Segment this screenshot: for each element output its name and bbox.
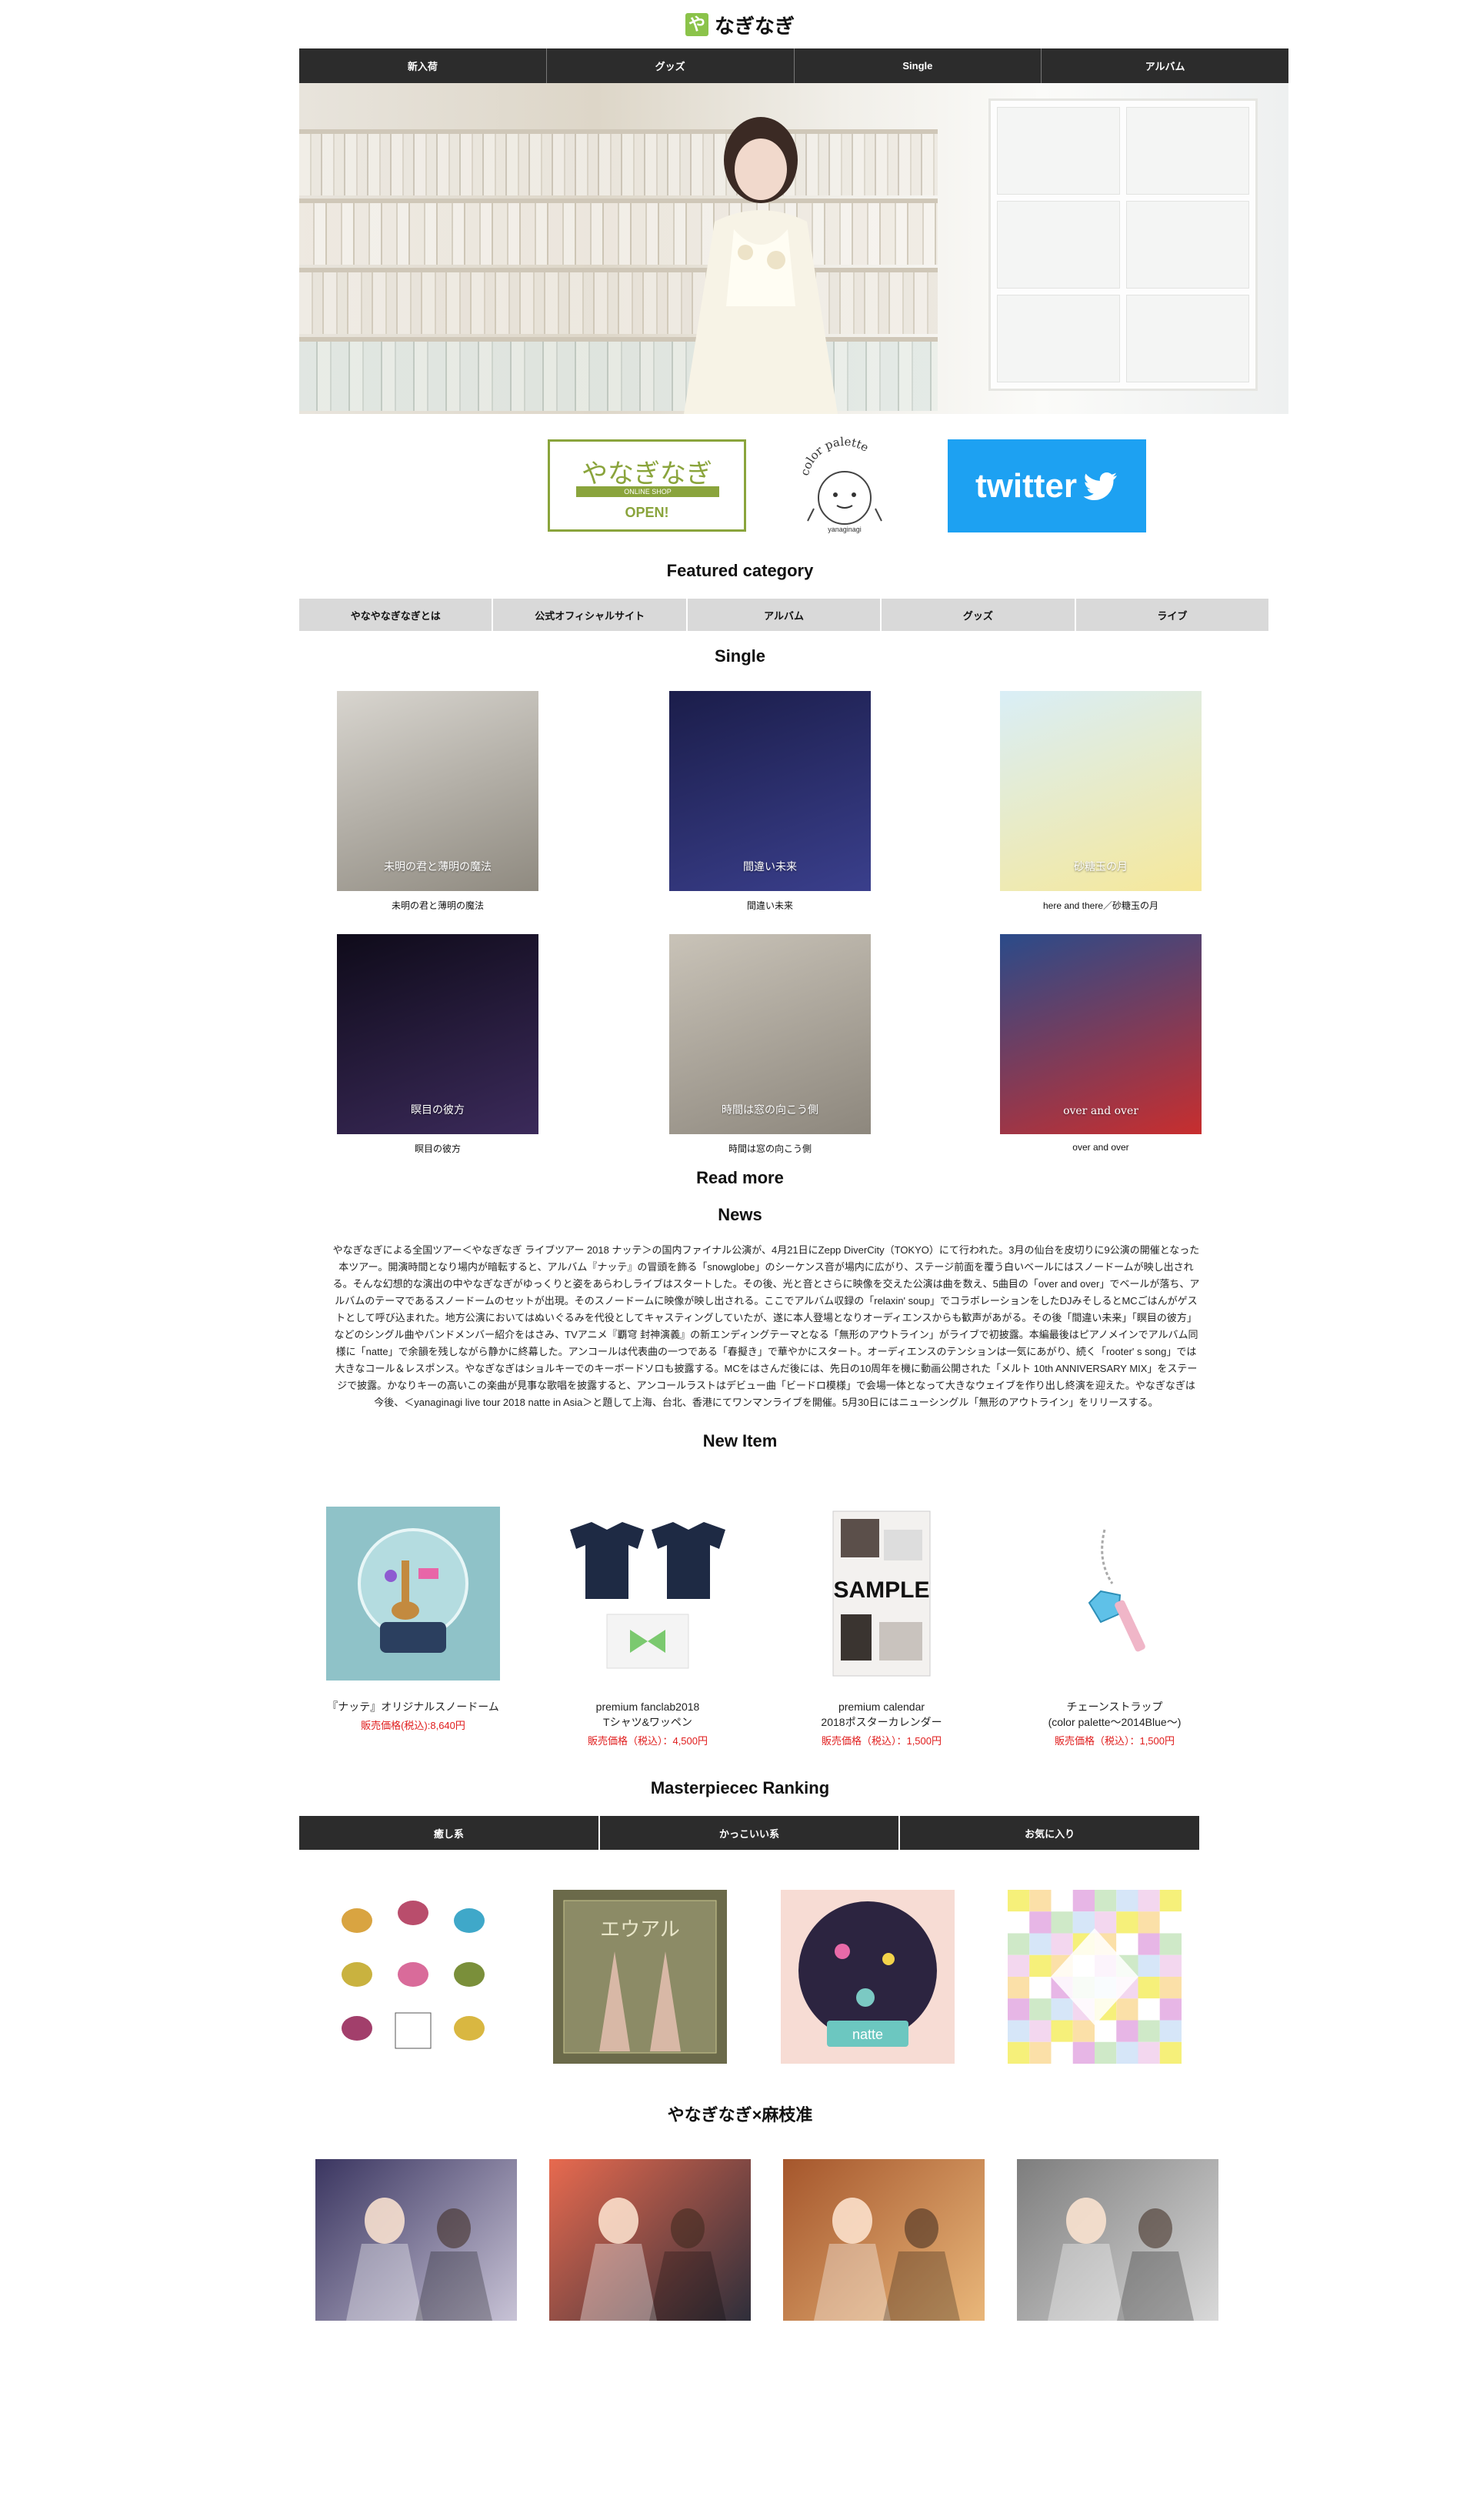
new-item-image[interactable]: [326, 1507, 500, 1681]
ranking-cover-label: エウアル: [600, 1918, 680, 1941]
ranking-tab-favorite[interactable]: お気に入り: [900, 1816, 1199, 1850]
palette-banner-title: color palette: [798, 435, 872, 477]
shop-banner-subtitle: ONLINE SHOP: [576, 486, 719, 497]
single-cover[interactable]: over and over: [1000, 934, 1202, 1134]
single-cover[interactable]: 未明の君と薄明の魔法: [337, 691, 538, 891]
category-album[interactable]: アルバム: [688, 599, 882, 631]
new-item-name-line: (color palette〜2014Blue〜): [1048, 1716, 1182, 1728]
featured-category-title: Featured category: [666, 561, 814, 580]
single-cover-title: 瞑目の彼方: [411, 1104, 465, 1116]
single-cover-title: 時間は窓の向こう側: [722, 1104, 818, 1116]
single-caption[interactable]: 間違い未来: [639, 899, 901, 912]
new-item-image[interactable]: SAMPLE: [795, 1507, 968, 1681]
top-nav-item-single[interactable]: Single: [795, 48, 1042, 83]
new-item-image[interactable]: [561, 1507, 735, 1681]
single-caption[interactable]: over and over: [970, 1142, 1232, 1153]
category-about[interactable]: やなやなぎなぎとは: [299, 599, 494, 631]
top-nav-item-new[interactable]: 新入荷: [299, 48, 547, 83]
new-item-name-line: 2018ポスターカレンダー: [821, 1716, 942, 1728]
shop-banner-title: やなぎなぎ: [582, 459, 712, 489]
collab-illustration[interactable]: [549, 2159, 751, 2321]
hero-image: [299, 83, 1288, 414]
palette-banner-subtitle: yanaginagi: [828, 526, 862, 533]
svg-text:color palette: color palette: [798, 435, 872, 477]
ranking-cover[interactable]: natte: [781, 1890, 955, 2064]
twitter-banner-label: twitter: [975, 466, 1077, 505]
twitter-banner[interactable]: twitter: [948, 439, 1146, 532]
top-nav: 新入荷 グッズ Single アルバム: [299, 48, 1288, 83]
new-item-name-line: premium fanclab2018: [595, 1701, 700, 1713]
page-root: や なぎなぎ 新入荷 グッズ Single アルバム やなぎなぎ ONLINE …: [0, 0, 1480, 2520]
single-cover-title: over and over: [1063, 1105, 1138, 1117]
collab-section-title: やなぎなぎ×麻枝准: [667, 2105, 813, 2124]
hero-person-illustration: [684, 117, 838, 414]
news-section-title: News: [718, 1205, 762, 1224]
new-item-name-line: Tシャツ&ワッペン: [603, 1716, 692, 1728]
shop-banner-status: OPEN!: [625, 505, 669, 520]
ranking-tabs: 癒し系 かっこいい系 お気に入り: [299, 1816, 1199, 1850]
ranking-cover-label: natte: [852, 2027, 883, 2042]
single-cover[interactable]: 間違い未来: [669, 691, 871, 891]
online-shop-banner[interactable]: やなぎなぎ ONLINE SHOP OPEN!: [548, 439, 746, 532]
site-title: なぎなぎ: [714, 14, 795, 38]
ranking-tab-cool[interactable]: かっこいい系: [600, 1816, 901, 1850]
ranking-cover[interactable]: [326, 1890, 500, 2064]
single-cover-title: 間違い未来: [743, 861, 797, 873]
single-section-title: Single: [714, 646, 765, 666]
new-item-name-line: premium calendar: [838, 1701, 925, 1713]
category-official-site[interactable]: 公式オフィシャルサイト: [493, 599, 688, 631]
single-caption[interactable]: here and there／砂糖玉の月: [970, 899, 1232, 912]
calendar-sample-text: SAMPLE: [833, 1577, 929, 1603]
single-caption[interactable]: 瞑目の彼方: [307, 1142, 568, 1155]
hero-window: [988, 98, 1258, 391]
twitter-bird-icon: [1083, 472, 1117, 500]
ranking-cover[interactable]: エウアル: [553, 1890, 727, 2064]
new-item-name[interactable]: 『ナッテ』オリジナルスノードーム: [298, 1699, 528, 1714]
top-nav-item-goods[interactable]: グッズ: [547, 48, 795, 83]
news-body-text: やなぎなぎによる全国ツアー＜やなぎなぎ ライブツアー 2018 ナッテ＞の国内フ…: [332, 1244, 1200, 1408]
new-item-price: 販売価格（税込）：1,500円: [1054, 1735, 1175, 1747]
top-nav-item-album[interactable]: アルバム: [1042, 48, 1288, 83]
collab-illustration[interactable]: [315, 2159, 517, 2321]
collab-illustration[interactable]: [783, 2159, 985, 2321]
single-caption[interactable]: 未明の君と薄明の魔法: [307, 899, 568, 912]
ranking-tab-healing[interactable]: 癒し系: [299, 1816, 600, 1850]
category-live[interactable]: ライブ: [1076, 599, 1268, 631]
ranking-section-title: Masterpiecec Ranking: [650, 1778, 830, 1797]
new-item-name-line: 『ナッテ』オリジナルスノードーム: [327, 1701, 499, 1713]
single-cover-title: 未明の君と薄明の魔法: [384, 861, 492, 873]
new-item-section-title: New Item: [702, 1431, 778, 1450]
new-item-name[interactable]: premium fanclab2018 Tシャツ&ワッペン: [532, 1699, 763, 1730]
new-item-image[interactable]: [1028, 1507, 1202, 1681]
single-cover-title: 砂糖玉の月: [1074, 861, 1128, 873]
new-item-name[interactable]: チェーンストラップ (color palette〜2014Blue〜): [999, 1699, 1230, 1730]
category-goods[interactable]: グッズ: [882, 599, 1076, 631]
single-cover[interactable]: 瞑目の彼方: [337, 934, 538, 1134]
new-item-name-line: チェーンストラップ: [1066, 1701, 1163, 1713]
color-palette-banner[interactable]: color palette yanaginagi: [791, 435, 898, 536]
single-cover[interactable]: 時間は窓の向こう側: [669, 934, 871, 1134]
single-cover[interactable]: 砂糖玉の月: [1000, 691, 1202, 891]
new-item-price: 販売価格(税込):8,640円: [361, 1720, 465, 1731]
single-caption[interactable]: 時間は窓の向こう側: [639, 1142, 901, 1155]
ranking-cover[interactable]: [1008, 1890, 1182, 2064]
new-item-price: 販売価格（税込）：1,500円: [821, 1735, 942, 1747]
read-more-link[interactable]: Read more: [0, 1168, 1480, 1188]
new-item-price: 販売価格（税込）：4,500円: [587, 1735, 708, 1747]
collab-illustration[interactable]: [1017, 2159, 1218, 2321]
site-logo[interactable]: や なぎなぎ: [0, 8, 1480, 42]
featured-category-nav: やなやなぎなぎとは 公式オフィシャルサイト アルバム グッズ ライブ: [299, 599, 1268, 631]
new-item-name[interactable]: premium calendar 2018ポスターカレンダー: [766, 1699, 997, 1730]
logo-mark-icon: や: [685, 13, 708, 36]
